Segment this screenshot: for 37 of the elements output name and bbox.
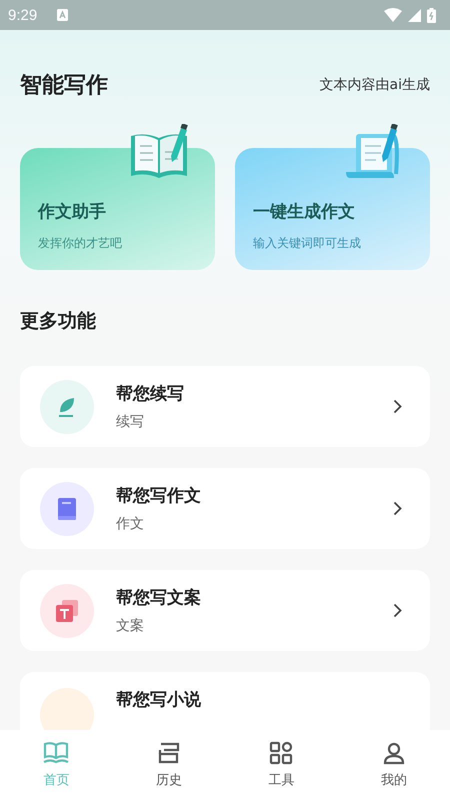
history-icon xyxy=(156,741,181,765)
card-subtitle: 发挥你的才艺吧 xyxy=(38,235,123,252)
chevron-right-icon xyxy=(393,501,402,516)
item-title: 帮您续写 xyxy=(116,383,184,405)
signal-icon xyxy=(408,8,421,22)
open-book-icon xyxy=(43,741,70,765)
feature-list-item[interactable]: 帮您写小说 xyxy=(20,672,430,730)
grid-icon xyxy=(269,741,294,765)
clock-time: 9:29 xyxy=(8,6,38,24)
person-icon xyxy=(382,741,406,765)
feature-list-item[interactable]: 帮您续写 续写 xyxy=(20,366,430,447)
notification-icon xyxy=(57,9,68,21)
feature-card[interactable]: 一键生成作文 输入关键词即可生成 xyxy=(235,148,430,270)
nav-tab[interactable]: 我的 xyxy=(338,730,450,800)
item-subtitle: 作文 xyxy=(116,515,144,533)
book-icon xyxy=(58,498,76,520)
card-title: 作文助手 xyxy=(38,201,107,223)
wifi-icon xyxy=(384,8,402,22)
nav-tab[interactable]: 工具 xyxy=(225,730,338,800)
nav-tab[interactable]: 历史 xyxy=(112,730,225,800)
section-title: 更多功能 xyxy=(20,309,96,334)
item-title: 帮您写小说 xyxy=(116,689,201,711)
card-title: 一键生成作文 xyxy=(253,201,356,223)
item-title: 帮您写文案 xyxy=(116,587,201,609)
feature-list-item[interactable]: 帮您写作文 作文 xyxy=(20,468,430,549)
chevron-right-icon xyxy=(393,603,402,618)
item-subtitle: 文案 xyxy=(116,617,144,635)
card-subtitle: 输入关键词即可生成 xyxy=(253,235,362,252)
feature-card[interactable]: 作文助手 发挥你的才艺吧 xyxy=(20,148,215,270)
feature-list-item[interactable]: 帮您写文案 文案 xyxy=(20,570,430,651)
item-subtitle: 续写 xyxy=(116,413,144,431)
battery-icon xyxy=(427,8,436,22)
ai-notice: 文本内容由ai生成 xyxy=(320,76,430,94)
page-title: 智能写作 xyxy=(20,72,108,100)
text-document-icon xyxy=(56,600,78,622)
item-title: 帮您写作文 xyxy=(116,485,201,507)
chevron-right-icon xyxy=(393,399,402,414)
